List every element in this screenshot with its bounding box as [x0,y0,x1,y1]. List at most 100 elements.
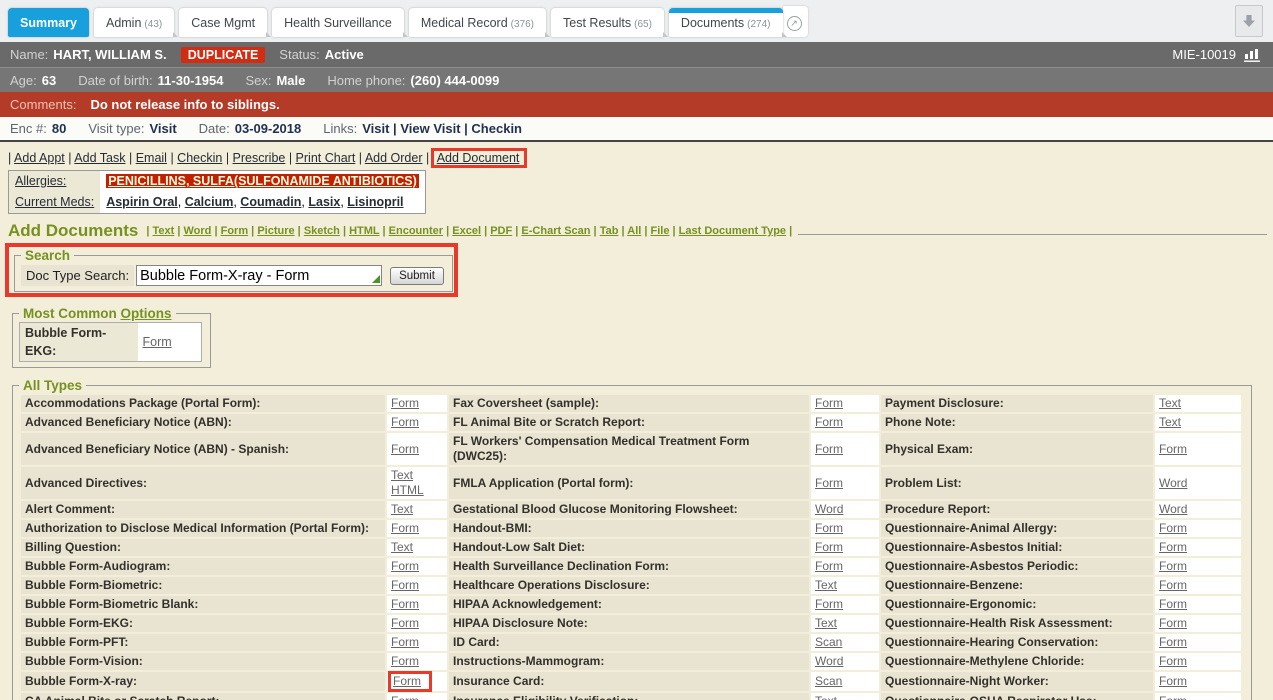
action-link-add-document[interactable]: Add Document [437,151,520,165]
doc-type-link-form[interactable]: Form [1159,674,1187,688]
doc-type-link-form[interactable]: Form [1159,442,1187,456]
format-link-encounter[interactable]: Encounter [389,225,443,237]
format-link-sketch[interactable]: Sketch [304,225,340,237]
doc-type-link-form[interactable]: Form [1159,521,1187,535]
doc-type-link-word[interactable]: Word [1159,502,1187,516]
doc-type-link-form[interactable]: Form [391,694,419,700]
doc-type-link-form[interactable]: Form [391,521,419,535]
med-link-aspirin-oral[interactable]: Aspirin Oral [106,195,178,209]
doc-type-link-form[interactable]: Form [391,635,419,649]
doc-type-link-form[interactable]: Form [1159,635,1187,649]
doc-type-link-scan[interactable]: Scan [815,635,842,649]
doc-type-link-form[interactable]: Form [1159,616,1187,630]
doc-type-link-form[interactable]: Form [1159,578,1187,592]
format-link-text[interactable]: Text [152,225,174,237]
med-link-lasix[interactable]: Lasix [308,195,340,209]
format-link-all[interactable]: All [627,225,641,237]
action-link-add-order[interactable]: Add Order [365,151,423,165]
doc-type-link-form[interactable]: Form [1159,597,1187,611]
format-link-e-chart-scan[interactable]: E-Chart Scan [521,225,590,237]
doc-type-link-scan[interactable]: Scan [815,674,842,688]
format-link-file[interactable]: File [651,225,670,237]
med-link-calcium[interactable]: Calcium [185,195,234,209]
med-link-lisinopril[interactable]: Lisinopril [347,195,403,209]
med-link-coumadin[interactable]: Coumadin [240,195,301,209]
doc-type-link-form[interactable]: Form [815,559,843,573]
most-common-doc-link-cell: Form [138,323,202,362]
action-link-print-chart[interactable]: Print Chart [296,151,356,165]
doc-type-link-form[interactable]: Form [815,442,843,456]
action-link-email[interactable]: Email [136,151,167,165]
doc-type-link-form[interactable]: Form [815,396,843,410]
format-link-form[interactable]: Form [221,225,249,237]
doc-type-link-text[interactable]: Text [815,616,837,630]
tab-case-mgmt[interactable]: Case Mgmt [179,8,267,37]
doc-type-link-text[interactable]: Text [815,694,837,700]
tab-admin[interactable]: Admin(43) [94,8,174,37]
doc-type-label: Bubble Form-EKG: [21,615,385,632]
patient-name-bar: Name: HART, WILLIAM S. DUPLICATE Status:… [0,42,1273,67]
doc-type-search-input[interactable] [136,265,382,286]
doc-type-link-text[interactable]: Text [1159,396,1181,410]
doc-type-link-text[interactable]: Text [391,468,413,482]
tab-documents[interactable]: Documents(274) [669,8,783,37]
action-link-add-task[interactable]: Add Task [74,151,125,165]
doc-type-label: Insurance Card: [449,672,809,691]
doc-type-link-form[interactable]: Form [1159,540,1187,554]
tab-label: Test Results [563,16,631,30]
tab-test-results[interactable]: Test Results(65) [551,8,664,37]
doc-type-link-text[interactable]: Text [391,502,413,516]
format-link-word[interactable]: Word [184,225,212,237]
doc-type-link-form[interactable]: Form [391,415,419,429]
current-meds-link[interactable]: Current Meds: [15,195,94,209]
doc-type-link-word[interactable]: Word [815,654,843,668]
doc-type-link-text[interactable]: Text [1159,415,1181,429]
doc-type-link-form[interactable]: Form [1159,694,1187,700]
format-link-picture[interactable]: Picture [257,225,294,237]
tab-health-surveillance[interactable]: Health Surveillance [272,8,404,37]
doc-type-link-word[interactable]: Word [1159,476,1187,490]
doc-type-link-form[interactable]: Form [391,578,419,592]
doc-type-link-html[interactable]: HTML [391,483,424,497]
encounter-link-view-visit[interactable]: View Visit [400,121,460,136]
tab-summary[interactable]: Summary [8,8,89,37]
allergy-value-link[interactable]: PENICILLINS, SULFA(SULFONAMIDE ANTIBIOTI… [106,174,419,188]
doc-type-link-word[interactable]: Word [815,502,843,516]
encounter-link-checkin[interactable]: Checkin [471,121,522,136]
tab-medical-record[interactable]: Medical Record(376) [409,8,546,37]
doc-type-link-form[interactable]: Form [815,540,843,554]
action-link-prescribe[interactable]: Prescribe [233,151,286,165]
doc-type-link-text[interactable]: Text [815,578,837,592]
doc-type-link-form[interactable]: Form [1159,654,1187,668]
chart-stats-icon[interactable] [1244,48,1263,62]
action-link-checkin[interactable]: Checkin [177,151,222,165]
doc-type-link-form[interactable]: Form [391,559,419,573]
allergies-link[interactable]: Allergies: [15,174,66,188]
submit-button[interactable]: Submit [390,267,444,285]
doc-type-link[interactable]: Form [143,335,172,349]
doc-type-link-form[interactable]: Form [391,396,419,410]
doc-type-link-form[interactable]: Form [391,654,419,668]
doc-type-link-form[interactable]: Form [815,476,843,490]
action-link-add-appt[interactable]: Add Appt [14,151,65,165]
doc-type-link-form[interactable]: Form [391,442,419,456]
doc-type-link-form[interactable]: Form [391,597,419,611]
options-link[interactable]: Options [121,306,172,321]
doc-type-link-form[interactable]: Form [1159,559,1187,573]
doc-type-link-form[interactable]: Form [815,597,843,611]
format-link-tab[interactable]: Tab [600,225,619,237]
doc-link-cell: Form [811,520,879,537]
doc-type-link-form[interactable]: Form [393,674,421,688]
format-link-excel[interactable]: Excel [452,225,481,237]
doc-type-link-text[interactable]: Text [391,540,413,554]
doc-type-link-form[interactable]: Form [815,415,843,429]
format-link-pdf[interactable]: PDF [490,225,512,237]
doc-type-link-form[interactable]: Form [815,521,843,535]
format-link-html[interactable]: HTML [349,225,379,237]
doc-type-link-form[interactable]: Form [391,616,419,630]
download-button[interactable] [1235,5,1263,37]
doc-link-cell: Form [387,577,447,594]
format-link-last-document-type[interactable]: Last Document Type [679,225,786,237]
encounter-link-visit[interactable]: Visit [362,121,389,136]
doc-type-label: Questionnaire-Asbestos Initial: [881,539,1153,556]
